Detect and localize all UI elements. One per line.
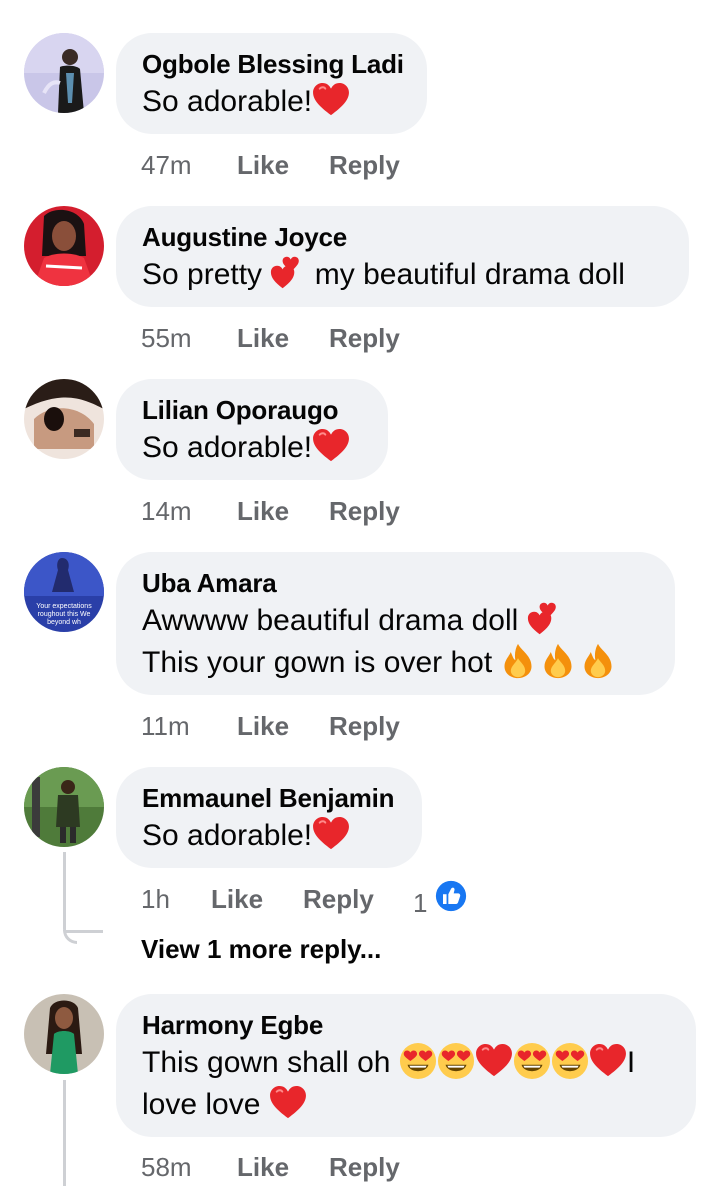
like-button[interactable]: Like (237, 148, 289, 182)
comment-time[interactable]: 58m (141, 1150, 192, 1184)
commenter-name[interactable]: Uba Amara (142, 566, 649, 600)
reply-button[interactable]: Reply (329, 494, 400, 528)
comment-text-line: Awwww beautiful drama doll (142, 600, 649, 642)
reply-button[interactable]: Reply (329, 709, 400, 743)
thread-line (63, 852, 66, 932)
comment-bubble[interactable]: Lilian Oporaugo So adorable! (116, 379, 388, 480)
comment-time[interactable]: 55m (141, 321, 192, 355)
comment-bubble[interactable]: Ogbole Blessing Ladi So adorable! (116, 33, 427, 134)
like-button[interactable]: Like (237, 709, 289, 743)
reply-button[interactable]: Reply (329, 148, 400, 182)
comment-text: So adorable! (142, 815, 396, 857)
reaction-summary[interactable]: 1 (413, 880, 467, 920)
comment-text-line: This gown shall oh I (142, 1042, 670, 1084)
comment-text-content: So adorable! (142, 431, 313, 464)
comment-time[interactable]: 47m (141, 148, 192, 182)
comment-bubble[interactable]: Augustine Joyce So pretty my beautiful d… (116, 206, 689, 307)
red-heart-icon (475, 1044, 513, 1078)
red-heart-icon (589, 1044, 627, 1078)
commenter-name[interactable]: Augustine Joyce (142, 220, 663, 254)
heart-eyes-icon (437, 1042, 475, 1080)
avatar[interactable] (24, 33, 104, 113)
comment-time[interactable]: 11m (141, 709, 190, 743)
fire-icon (541, 643, 575, 679)
comment-bubble[interactable]: Emmaunel Benjamin So adorable! (116, 767, 422, 868)
comment-text-content: love love (142, 1088, 261, 1121)
heart-eyes-icon (551, 1042, 589, 1080)
comment-text: So pretty my beautiful drama doll (142, 254, 663, 296)
reply-button[interactable]: Reply (329, 321, 400, 355)
commenter-name[interactable]: Harmony Egbe (142, 1008, 670, 1042)
heart-eyes-icon (513, 1042, 551, 1080)
comment-text-content: So adorable! (142, 85, 313, 118)
comment-bubble[interactable]: Uba Amara Awwww beautiful drama doll Thi… (116, 552, 675, 695)
comment-text-content: So adorable! (142, 819, 313, 852)
like-thumb-icon (435, 880, 467, 912)
comment-text-content: Awwww beautiful drama doll (142, 604, 519, 637)
avatar[interactable] (24, 994, 104, 1074)
commenter-name[interactable]: Lilian Oporaugo (142, 393, 362, 427)
avatar-caption-line: beyond wh (47, 619, 81, 626)
red-heart-icon (312, 817, 350, 851)
two-hearts-icon (270, 256, 306, 290)
comment-actions: 14m Like Reply (141, 494, 400, 528)
avatar[interactable] (24, 379, 104, 459)
comment-time[interactable]: 14m (141, 494, 192, 528)
comment-actions: 11m Like Reply (141, 709, 400, 743)
red-heart-icon (312, 83, 350, 117)
two-hearts-icon (527, 602, 563, 636)
like-button[interactable]: Like (237, 1150, 289, 1184)
view-more-replies-link[interactable]: View 1 more reply... (141, 932, 381, 966)
fire-icon (581, 643, 615, 679)
commenter-name[interactable]: Ogbole Blessing Ladi (142, 47, 404, 81)
like-button[interactable]: Like (237, 321, 289, 355)
thread-line (63, 1080, 66, 1186)
like-button[interactable]: Like (237, 494, 289, 528)
comment-text-content: This gown shall oh (142, 1046, 391, 1079)
reply-button[interactable]: Reply (329, 1150, 400, 1184)
comment-bubble[interactable]: Harmony Egbe This gown shall oh I love l… (116, 994, 696, 1137)
like-button[interactable]: Like (211, 882, 263, 916)
avatar-caption-line: Your expectations (36, 603, 92, 610)
comment-time[interactable]: 1h (141, 882, 170, 916)
comment-text-content: This your gown is over hot (142, 646, 493, 679)
comment-actions: 55m Like Reply (141, 321, 400, 355)
comment-text-line: This your gown is over hot (142, 642, 649, 684)
comment-text: So adorable! (142, 81, 401, 123)
reply-button[interactable]: Reply (303, 882, 374, 916)
comment-actions: 1h Like Reply 1 (141, 882, 170, 918)
avatar[interactable] (24, 767, 104, 847)
comment-actions: 47m Like Reply (141, 148, 400, 182)
comment-text-content: So pretty (142, 258, 263, 291)
avatar-caption-line: roughout this We (38, 611, 91, 618)
commenter-name[interactable]: Emmaunel Benjamin (142, 781, 396, 815)
thread-line (63, 930, 77, 944)
comment-text: So adorable! (142, 427, 362, 469)
reaction-count: 1 (413, 888, 428, 918)
avatar[interactable] (24, 206, 104, 286)
comment-text-content: I (626, 1046, 636, 1079)
red-heart-icon (269, 1086, 307, 1120)
comment-text-content: my beautiful drama doll (314, 258, 625, 291)
comment-text-line: love love (142, 1084, 670, 1126)
avatar[interactable]: Your expectations roughout this We beyon… (24, 552, 104, 632)
fire-icon (501, 643, 535, 679)
heart-eyes-icon (399, 1042, 437, 1080)
comment-actions: 58m Like Reply (141, 1150, 400, 1184)
red-heart-icon (312, 429, 350, 463)
